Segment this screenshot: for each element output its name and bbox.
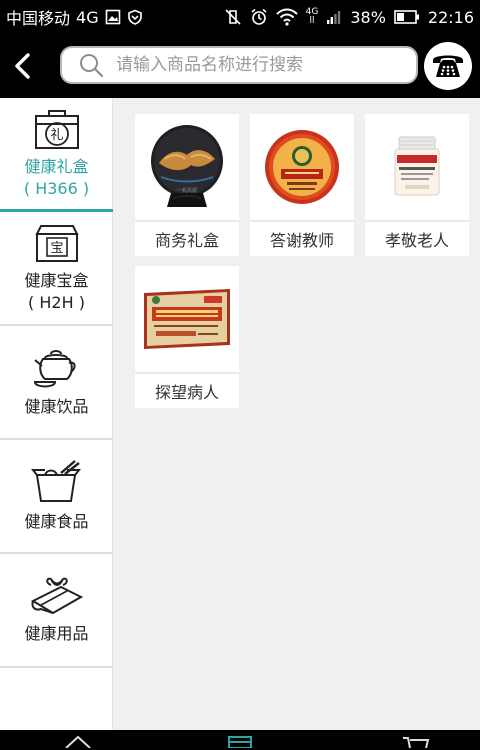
network-type: 4G bbox=[76, 7, 99, 27]
search-icon bbox=[80, 54, 104, 78]
top-header bbox=[0, 34, 480, 98]
search-input[interactable] bbox=[116, 55, 396, 75]
ginseng-box-image bbox=[144, 289, 230, 349]
sidebar-item-drinks[interactable]: 健康饮品 bbox=[0, 326, 113, 440]
mute-vibrate-icon bbox=[224, 8, 242, 26]
back-button[interactable] bbox=[0, 34, 46, 98]
product-image bbox=[135, 266, 239, 374]
clock-time: 22:16 bbox=[427, 7, 474, 27]
chevron-left-icon bbox=[15, 53, 30, 79]
sidebar-item-label: 健康用品 bbox=[24, 624, 89, 643]
sidebar-item-supplies[interactable]: 健康用品 bbox=[0, 554, 113, 668]
sidebar-item-code: ( H366 ) bbox=[23, 178, 90, 198]
carrier-name: 中国移动 bbox=[6, 9, 71, 28]
sidebar-item-label: 健康饮品 bbox=[24, 397, 89, 416]
status-left: 中国移动 4G bbox=[6, 5, 143, 29]
battery-icon bbox=[394, 10, 420, 24]
vitamin-jar-image bbox=[394, 136, 440, 196]
mobile-data-indicator: 4G ll bbox=[306, 8, 319, 26]
product-label: 探望病人 bbox=[154, 383, 219, 402]
gift-box-li-icon: 礼 bbox=[34, 109, 79, 149]
product-image: 一帆风顺 bbox=[135, 114, 239, 222]
product-image bbox=[250, 114, 354, 222]
bottom-tab-bar bbox=[0, 730, 480, 750]
product-label: 商务礼盒 bbox=[154, 231, 219, 250]
sidebar-item-food[interactable]: 健康食品 bbox=[0, 440, 113, 554]
sidebar-item-gift-box[interactable]: 礼 健康礼盒 ( H366 ) bbox=[0, 98, 113, 212]
product-tile[interactable]: 孝敬老人 bbox=[365, 114, 469, 256]
tab-cart[interactable] bbox=[396, 734, 436, 750]
product-label: 孝敬老人 bbox=[384, 231, 449, 250]
wifi-icon bbox=[275, 8, 298, 26]
folded-towel-icon bbox=[30, 577, 83, 615]
status-bar: 中国移动 4G 4G ll 38% 22:16 bbox=[0, 0, 480, 34]
mobile-data-arrows: ll bbox=[309, 16, 315, 26]
sidebar-item-code: ( H2H ) bbox=[28, 293, 85, 312]
round-tea-cake-image bbox=[265, 130, 339, 204]
tea-cake-image: 一帆风顺 bbox=[151, 125, 223, 207]
svg-text:宝: 宝 bbox=[50, 241, 63, 256]
status-right: 4G ll 38% 22:16 bbox=[224, 8, 474, 27]
shield-notification-icon bbox=[127, 9, 143, 25]
product-label: 答谢教师 bbox=[269, 231, 334, 250]
product-tile[interactable]: 一帆风顺 商务礼盒 bbox=[135, 114, 239, 256]
tab-category[interactable] bbox=[220, 734, 260, 750]
alarm-clock-icon bbox=[250, 8, 268, 26]
product-image bbox=[365, 114, 469, 222]
tab-home[interactable] bbox=[58, 734, 98, 750]
category-sidebar: 礼 健康礼盒 ( H366 ) 宝 健康宝盒 ( H2H ) 健康饮品 健康食品… bbox=[0, 98, 113, 730]
home-icon bbox=[65, 735, 91, 748]
signal-strength-icon bbox=[326, 9, 342, 25]
sidebar-item-label: 健康礼盒 bbox=[24, 156, 89, 176]
sidebar-item-label: 健康宝盒 bbox=[24, 271, 89, 290]
svg-text:一帆风顺: 一帆风顺 bbox=[177, 187, 197, 194]
search-bar[interactable] bbox=[60, 46, 418, 84]
product-tile[interactable]: 答谢教师 bbox=[250, 114, 354, 256]
sidebar-item-treasure-box[interactable]: 宝 健康宝盒 ( H2H ) bbox=[0, 212, 113, 326]
treasure-box-bao-icon: 宝 bbox=[34, 225, 79, 262]
product-tile[interactable]: 探望病人 bbox=[135, 266, 239, 408]
category-grid-icon bbox=[228, 736, 252, 748]
svg-text:礼: 礼 bbox=[50, 127, 63, 143]
shopping-cart-icon bbox=[403, 737, 430, 748]
food-box-icon bbox=[30, 460, 81, 502]
battery-percent: 38% bbox=[350, 7, 386, 27]
app-root: 中国移动 4G 4G ll 38% 22:16 请输入商品名称进行搜索 礼 健康… bbox=[0, 0, 480, 750]
sidebar-item-label: 健康食品 bbox=[24, 512, 89, 531]
telephone-icon bbox=[433, 55, 463, 77]
teapot-icon bbox=[33, 350, 76, 388]
image-notification-icon bbox=[105, 9, 121, 25]
phone-call-button[interactable] bbox=[424, 42, 472, 90]
product-grid: 一帆风顺 商务礼盒 答谢教师 孝敬老人 探望病人 bbox=[113, 98, 480, 730]
